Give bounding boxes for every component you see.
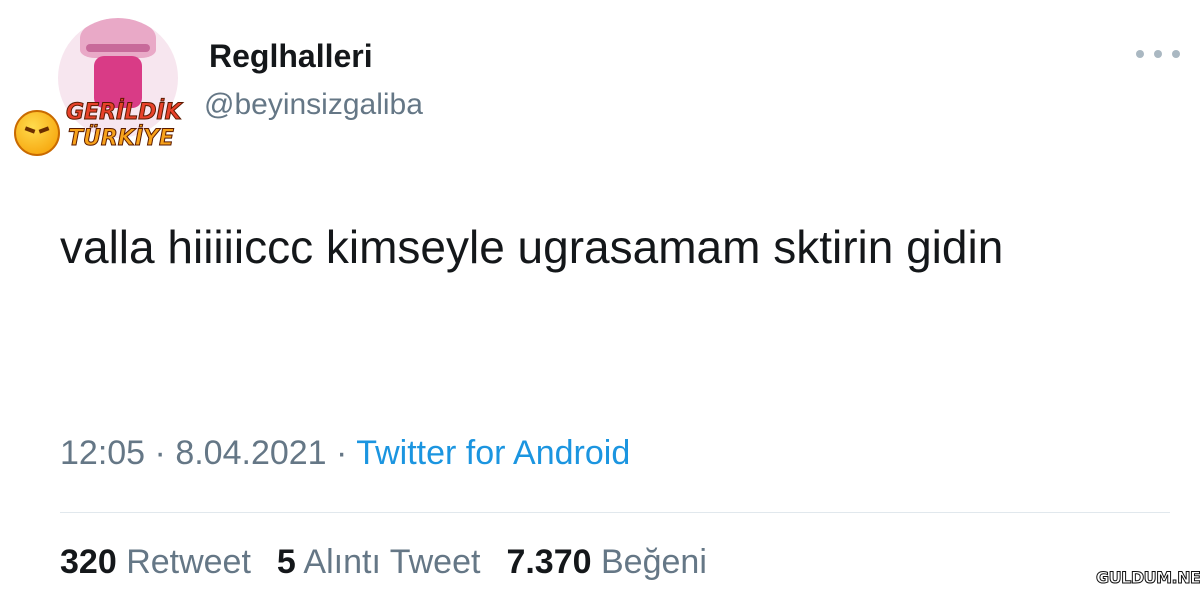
more-dot <box>1154 50 1162 58</box>
retweets-count: 320 <box>60 543 117 581</box>
tweet-text: valla hiiiiiccc kimseyle ugrasamam sktir… <box>60 221 1004 273</box>
more-dot <box>1172 50 1180 58</box>
avatar-hat <box>80 18 156 58</box>
display-name[interactable]: Reglhalleri <box>209 38 373 75</box>
more-options-icon[interactable] <box>1136 46 1180 62</box>
tweet-stats: 320 Retweet 5 Alıntı Tweet 7.370 Beğeni <box>60 543 733 582</box>
avatar-hat-band <box>86 44 150 52</box>
likes-label: Beğeni <box>601 543 707 581</box>
tweet-meta: 12:05 · 8.04.2021 · Twitter for Android <box>60 434 630 473</box>
badge-line-1: GERİLDİK <box>66 100 183 126</box>
user-handle[interactable]: @beyinsizgaliba <box>204 88 423 122</box>
meta-separator: · <box>154 434 166 472</box>
tweet-time[interactable]: 12:05 <box>60 434 145 472</box>
watermark: GULDUM.NET <box>1096 568 1200 588</box>
badge-line-2: TÜRKİYE <box>67 126 175 152</box>
quotes-count: 5 <box>276 543 296 581</box>
tweet-source-link[interactable]: Twitter for Android <box>356 434 630 472</box>
retweets-stat[interactable]: 320 Retweet <box>60 543 277 581</box>
retweets-label: Retweet <box>126 543 251 581</box>
likes-count: 7.370 <box>506 543 592 581</box>
divider <box>60 512 1170 513</box>
tweet-card: GERİLDİK TÜRKİYE Reglhalleri @beyinsizga… <box>0 0 1200 591</box>
quotes-stat[interactable]: 5 Alıntı Tweet <box>277 543 507 581</box>
more-dot <box>1136 50 1144 58</box>
likes-stat[interactable]: 7.370 Beğeni <box>506 543 732 581</box>
meta-separator: · <box>336 434 348 472</box>
gerildik-turkiye-logo: GERİLDİK TÜRKİYE <box>0 96 210 166</box>
tweet-date[interactable]: 8.04.2021 <box>175 434 326 472</box>
quotes-label: Alıntı Tweet <box>303 543 481 581</box>
angry-face-icon <box>14 110 60 156</box>
